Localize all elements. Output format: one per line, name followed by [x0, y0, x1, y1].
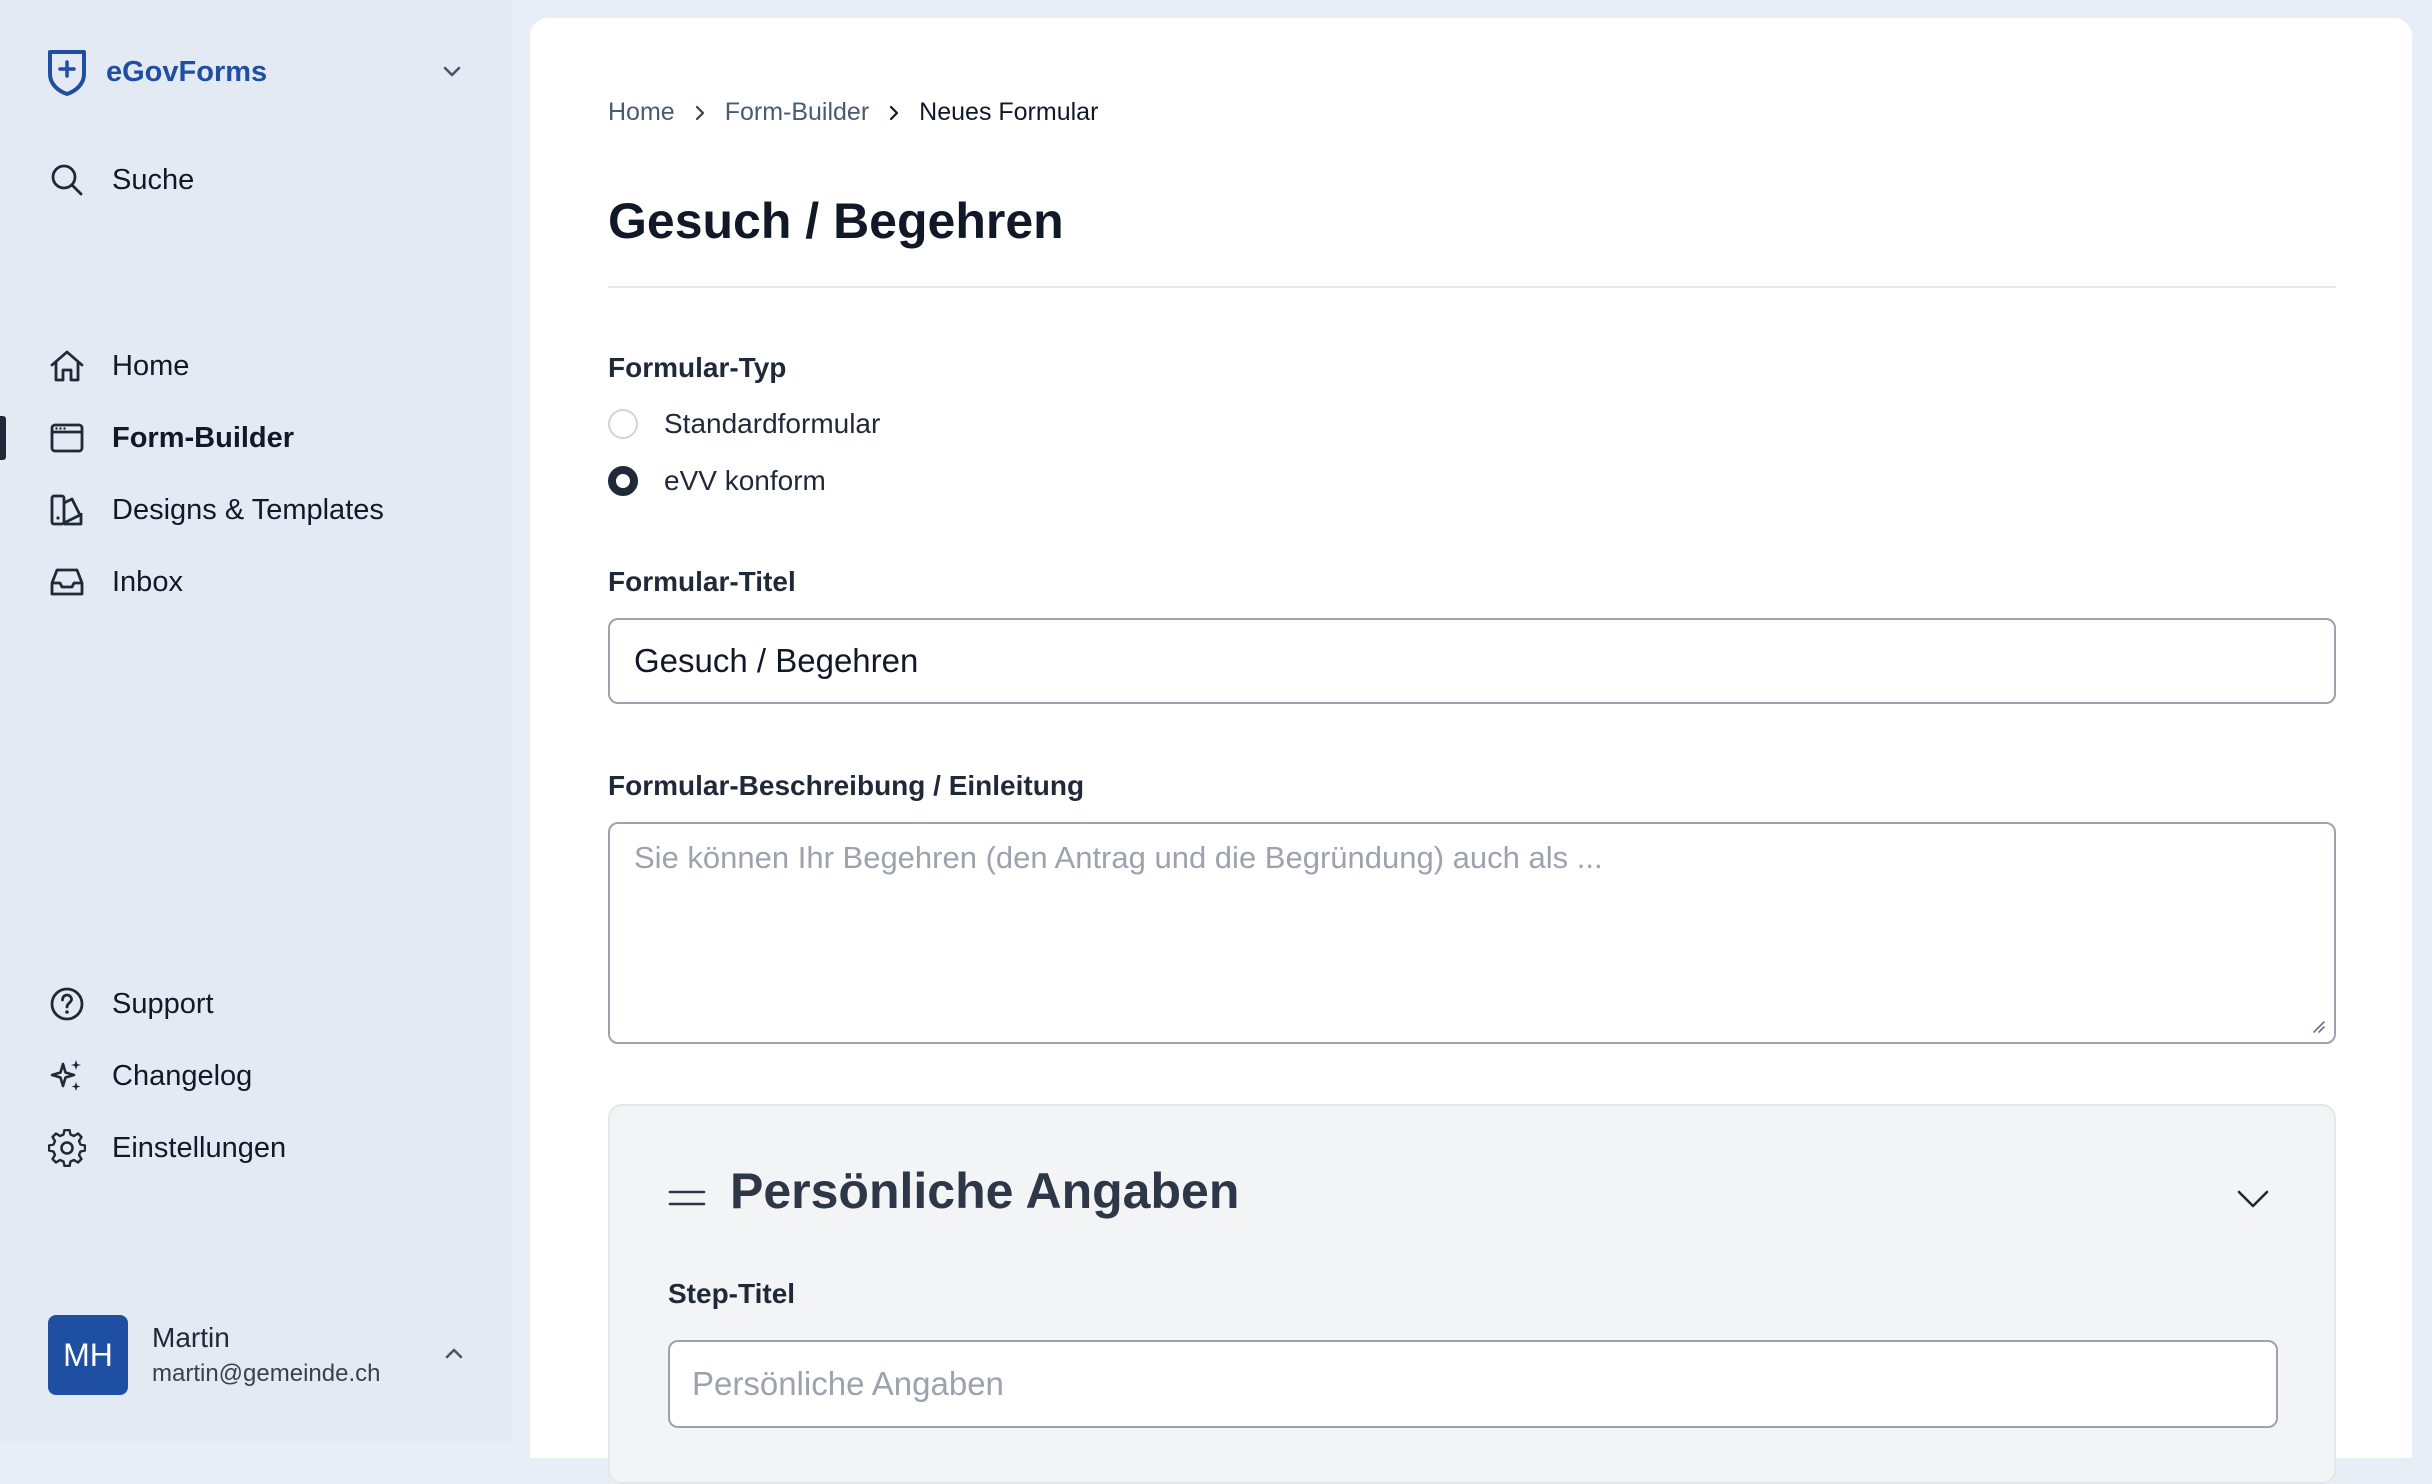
step-card: Persönliche Angaben Step-Titel Persönlic…: [608, 1104, 2336, 1484]
breadcrumb-home[interactable]: Home: [608, 98, 675, 127]
search-label: Suche: [112, 163, 195, 196]
chevron-right-icon: [695, 105, 704, 120]
sidebar-item-inbox[interactable]: Inbox: [48, 560, 183, 604]
user-email: martin@gemeinde.ch: [152, 1360, 381, 1387]
chevron-up-icon[interactable]: [440, 1340, 468, 1368]
sidebar-item-label: Einstellungen: [112, 1131, 287, 1164]
radio-label: eVV konform: [664, 465, 826, 496]
chevron-right-icon: [890, 105, 899, 120]
page-title: Gesuch / Begehren: [608, 193, 1064, 249]
user-name: Martin: [152, 1322, 230, 1353]
sidebar-item-label: Inbox: [112, 565, 183, 598]
divider: [608, 286, 2336, 288]
swatch-icon: [50, 494, 83, 526]
radio-evv-konform[interactable]: eVV konform: [608, 464, 826, 498]
radio-button-selected[interactable]: [608, 466, 638, 496]
sidebar-item-label: Designs & Templates: [112, 493, 384, 526]
home-icon: [50, 350, 84, 382]
brand-name: eGovForms: [106, 55, 268, 88]
radio-button[interactable]: [608, 409, 638, 439]
sidebar-item-label: Home: [112, 349, 190, 382]
radio-label: Standardformular: [664, 408, 881, 439]
shield-plus-icon: [48, 50, 86, 96]
breadcrumb-current: Neues Formular: [919, 98, 1099, 126]
step-title-label: Step-Titel: [668, 1278, 796, 1309]
search-button[interactable]: Suche: [48, 158, 194, 202]
form-description-label: Formular-Beschreibung / Einleitung: [608, 770, 1085, 801]
sidebar-item-label: Support: [112, 987, 214, 1020]
main-panel: Home Form-Builder Neues Formular Gesuch …: [530, 18, 2412, 1484]
inbox-icon: [50, 568, 84, 596]
sparkles-icon: [50, 1060, 81, 1091]
drag-handle-icon[interactable]: [668, 1186, 706, 1210]
question-circle-icon: [50, 987, 84, 1021]
resize-handle-icon[interactable]: [2308, 1016, 2326, 1034]
step-title-input[interactable]: Persönliche Angaben: [668, 1340, 2278, 1428]
workspace-switcher[interactable]: eGovForms: [46, 44, 466, 100]
radio-standardformular[interactable]: Standardformular: [608, 407, 880, 441]
sidebar-item-changelog[interactable]: Changelog: [48, 1054, 252, 1098]
sidebar-item-form-builder[interactable]: Form-Builder: [48, 416, 294, 460]
sidebar: eGovForms Suche Home Form-Builder Design…: [0, 0, 512, 1442]
textarea-placeholder: Sie können Ihr Begehren (den Antrag und …: [634, 840, 1603, 875]
active-indicator: [0, 416, 6, 460]
sidebar-item-home[interactable]: Home: [48, 344, 189, 388]
chevron-down-icon[interactable]: [438, 58, 466, 86]
form-type-label: Formular-Typ: [608, 352, 787, 383]
breadcrumb: Home Form-Builder Neues Formular: [608, 98, 1098, 127]
avatar: MH: [48, 1315, 128, 1395]
chevron-down-icon[interactable]: [2234, 1184, 2272, 1214]
gear-icon: [48, 1129, 86, 1167]
breadcrumb-form-builder[interactable]: Form-Builder: [725, 98, 869, 127]
sidebar-item-designs-templates[interactable]: Designs & Templates: [48, 488, 384, 532]
search-icon: [51, 164, 83, 196]
sidebar-item-support[interactable]: Support: [48, 982, 214, 1026]
form-description-textarea[interactable]: Sie können Ihr Begehren (den Antrag und …: [608, 822, 2336, 1044]
form-title-label: Formular-Titel: [608, 566, 796, 597]
browser-window-icon: [50, 423, 84, 453]
step-title: Persönliche Angaben: [730, 1163, 1240, 1219]
user-menu[interactable]: MH Martin martin@gemeinde.ch: [48, 1314, 468, 1396]
sidebar-item-label: Form-Builder: [112, 421, 295, 454]
form-title-input[interactable]: Gesuch / Begehren: [608, 618, 2336, 704]
sidebar-item-settings[interactable]: Einstellungen: [48, 1126, 286, 1170]
sidebar-item-label: Changelog: [112, 1059, 253, 1092]
